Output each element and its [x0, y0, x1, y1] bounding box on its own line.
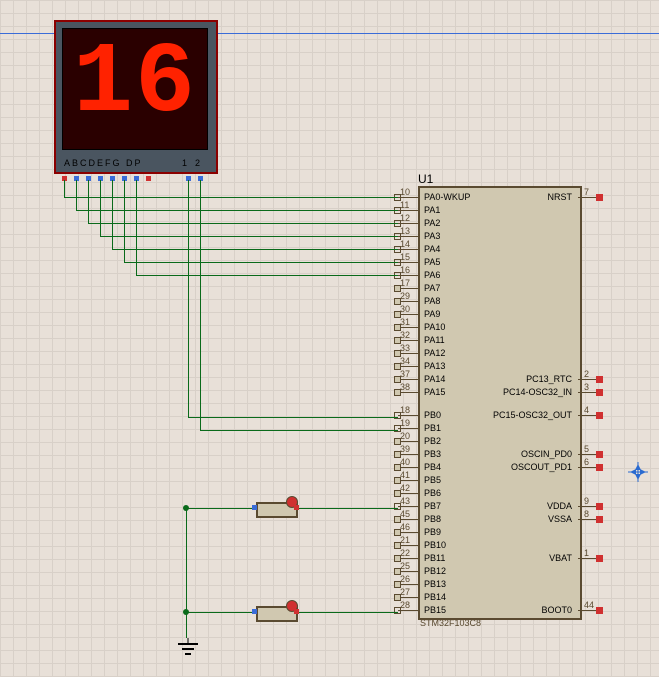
- pin-name: PA8: [424, 296, 440, 306]
- pin-name: PA3: [424, 231, 440, 241]
- pin-name: PA12: [424, 348, 445, 358]
- digit-sel-labels: 12: [182, 158, 208, 168]
- pin-name: PA5: [424, 257, 440, 267]
- pin-name: PB1: [424, 423, 441, 433]
- pin-name: PB2: [424, 436, 441, 446]
- pin-name: PA11: [424, 335, 445, 345]
- pin-number: 38: [400, 382, 410, 392]
- pin-name: PA6: [424, 270, 440, 280]
- pin-name: VBAT: [549, 553, 572, 563]
- pin-name: PB0: [424, 410, 441, 420]
- pin-number: 44: [584, 600, 594, 610]
- pin-number: 18: [400, 405, 410, 415]
- cursor-crosshair-icon: [628, 462, 648, 488]
- pin-number: 9: [584, 496, 589, 506]
- pin-name: PA0-WKUP: [424, 192, 470, 202]
- chip-part-number: STM32F103C8: [420, 618, 481, 628]
- seven-segment-display[interactable]: 16 ABCDEFG DP 12: [54, 20, 218, 174]
- pin-number: 5: [584, 444, 589, 454]
- pin-number: 46: [400, 522, 410, 532]
- pin-name: PA2: [424, 218, 440, 228]
- push-button-1[interactable]: [256, 498, 298, 520]
- pin-number: 22: [400, 548, 410, 558]
- pin-name: PA7: [424, 283, 440, 293]
- chip-reference: U1: [418, 172, 433, 186]
- pin-number: 26: [400, 574, 410, 584]
- pin-name: BOOT0: [541, 605, 572, 615]
- pin-number: 8: [584, 509, 589, 519]
- pin-number: 45: [400, 509, 410, 519]
- pin-number: 31: [400, 317, 410, 327]
- pin-name: VSSA: [548, 514, 572, 524]
- pin-name: PA1: [424, 205, 440, 215]
- pin-number: 37: [400, 369, 410, 379]
- pin-number: 30: [400, 304, 410, 314]
- pin-number: 11: [400, 200, 409, 210]
- pin-name: OSCOUT_PD1: [511, 462, 572, 472]
- seg-pin-labels: ABCDEFG DP: [64, 158, 143, 168]
- pin-number: 27: [400, 587, 410, 597]
- pin-name: PB4: [424, 462, 441, 472]
- pin-number: 20: [400, 431, 410, 441]
- pin-name: VDDA: [547, 501, 572, 511]
- pin-name: PB15: [424, 605, 446, 615]
- pin-number: 29: [400, 291, 410, 301]
- pin-number: 40: [400, 457, 410, 467]
- pin-name: PB9: [424, 527, 441, 537]
- ground-symbol: [176, 638, 200, 667]
- pin-number: 2: [584, 369, 589, 379]
- pin-name: PB7: [424, 501, 441, 511]
- pin-name: PB8: [424, 514, 441, 524]
- pin-number: 21: [400, 535, 410, 545]
- pin-number: 42: [400, 483, 410, 493]
- pin-name: PA13: [424, 361, 445, 371]
- pin-number: 7: [584, 187, 589, 197]
- pin-number: 33: [400, 343, 410, 353]
- pin-number: 12: [400, 213, 410, 223]
- pin-number: 16: [400, 265, 410, 275]
- pin-number: 1: [584, 548, 589, 558]
- pin-name: PB13: [424, 579, 446, 589]
- pin-name: PA15: [424, 387, 445, 397]
- pin-name: PB10: [424, 540, 446, 550]
- pin-name: PB5: [424, 475, 441, 485]
- pin-number: 15: [400, 252, 410, 262]
- pin-number: 3: [584, 382, 589, 392]
- pin-number: 17: [400, 278, 410, 288]
- pin-number: 32: [400, 330, 410, 340]
- pin-number: 13: [400, 226, 410, 236]
- pin-number: 28: [400, 600, 410, 610]
- pin-name: PC13_RTC: [526, 374, 572, 384]
- pin-name: PA4: [424, 244, 440, 254]
- pin-name: NRST: [548, 192, 573, 202]
- pin-number: 41: [400, 470, 410, 480]
- pin-number: 25: [400, 561, 410, 571]
- pin-number: 34: [400, 356, 410, 366]
- pin-name: PA10: [424, 322, 445, 332]
- pin-name: PC15-OSC32_OUT: [493, 410, 572, 420]
- pin-name: PB12: [424, 566, 446, 576]
- pin-name: PB11: [424, 553, 445, 563]
- display-digits: 16: [63, 29, 207, 135]
- pin-name: PB3: [424, 449, 441, 459]
- pin-number: 6: [584, 457, 589, 467]
- pin-name: PA14: [424, 374, 445, 384]
- pin-name: PC14-OSC32_IN: [503, 387, 572, 397]
- pin-name: PA9: [424, 309, 440, 319]
- pin-number: 39: [400, 444, 410, 454]
- pin-number: 43: [400, 496, 410, 506]
- pin-number: 4: [584, 405, 589, 415]
- pin-number: 10: [400, 187, 410, 197]
- push-button-2[interactable]: [256, 602, 298, 624]
- pin-number: 19: [400, 418, 410, 428]
- pin-name: PB14: [424, 592, 446, 602]
- pin-name: OSCIN_PD0: [521, 449, 572, 459]
- pin-name: PB6: [424, 488, 441, 498]
- pin-number: 14: [400, 239, 410, 249]
